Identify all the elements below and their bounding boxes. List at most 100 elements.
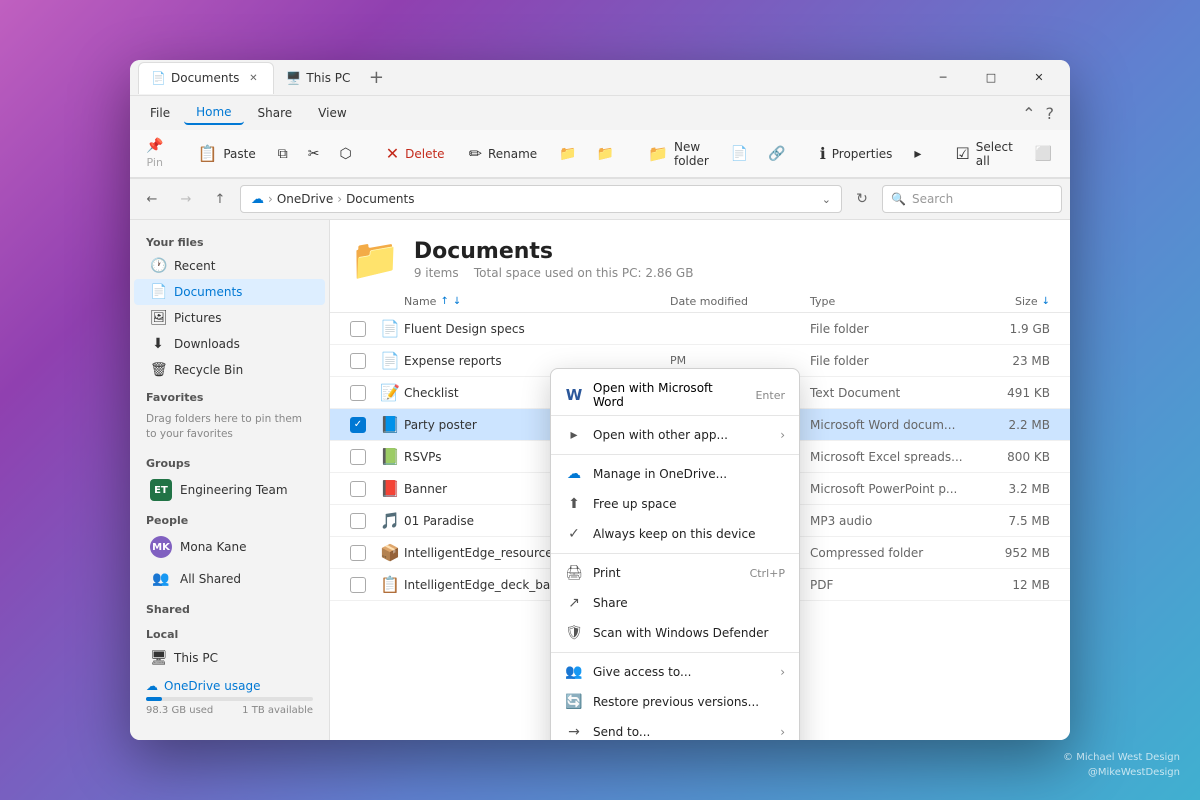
ctx-item-give-access[interactable]: 👥 Give access to... › xyxy=(551,657,799,687)
file-icon: 📘 xyxy=(380,415,404,434)
ctx-send-to-icon: → xyxy=(565,724,583,740)
paste-shortcut-button[interactable]: ⬡ xyxy=(331,142,359,166)
file-checkbox[interactable]: ✓ xyxy=(350,417,366,433)
file-type: Text Document xyxy=(810,386,970,400)
tab-documents-icon: 📄 xyxy=(151,71,165,85)
file-type: MP3 audio xyxy=(810,514,970,528)
col-size-header[interactable]: Size ↓ xyxy=(970,295,1050,308)
ctx-restore-label: Restore previous versions... xyxy=(593,695,785,709)
ribbon-collapse-icon[interactable]: ⌃ xyxy=(1022,104,1035,123)
onedrive-usage-label[interactable]: ☁ OneDrive usage xyxy=(146,679,313,693)
ctx-free-space-icon: ⬆ xyxy=(565,496,583,512)
file-checkbox[interactable] xyxy=(350,481,366,497)
help-icon[interactable]: ? xyxy=(1038,104,1063,123)
rename-button[interactable]: ✏ Rename xyxy=(459,138,548,169)
invert-selection-button[interactable]: ↕ xyxy=(1064,142,1070,166)
tab-documents[interactable]: 📄 Documents ✕ xyxy=(138,62,274,94)
path-chevron[interactable]: ⌄ xyxy=(822,193,831,206)
file-checkbox[interactable] xyxy=(350,353,366,369)
ctx-item-send-to[interactable]: → Send to... › xyxy=(551,717,799,740)
sidebar-item-recycle[interactable]: 🗑 Recycle Bin xyxy=(134,357,325,383)
ctx-item-free-space[interactable]: ⬆ Free up space xyxy=(551,489,799,519)
close-button[interactable]: ✕ xyxy=(1016,62,1062,94)
explorer-window: 📄 Documents ✕ 🖥️ This PC + ─ □ ✕ File Ho… xyxy=(130,60,1070,740)
sidebar-item-this-pc[interactable]: 🖥 This PC xyxy=(134,645,325,671)
file-checkbox[interactable] xyxy=(350,577,366,593)
ctx-item-share[interactable]: ↗ Share xyxy=(551,588,799,618)
easy-access-button[interactable]: 🔗 xyxy=(760,142,793,166)
sidebar-item-engineering-team[interactable]: ET Engineering Team xyxy=(134,474,325,506)
file-checkbox[interactable] xyxy=(350,321,366,337)
col-name-header[interactable]: Name ↑ ↓ xyxy=(404,295,670,308)
file-size: 800 KB xyxy=(970,450,1050,464)
paste-icon: 📋 xyxy=(197,144,217,163)
favorites-note: Drag folders here to pin them to your fa… xyxy=(130,408,329,449)
file-checkbox[interactable] xyxy=(350,385,366,401)
new-folder-button[interactable]: 📁 New folder xyxy=(638,134,719,174)
ctx-item-open-word[interactable]: W Open with Microsoft Word Enter xyxy=(551,373,799,416)
file-checkbox[interactable] xyxy=(350,449,366,465)
paste-button[interactable]: 📋 Paste xyxy=(187,138,265,169)
ctx-item-scan[interactable]: 🛡 Scan with Windows Defender xyxy=(551,618,799,648)
pin-button[interactable]: 📌 Pin xyxy=(138,134,171,173)
select-none-icon: ⬜ xyxy=(1035,146,1052,162)
search-box[interactable]: 🔍 Search xyxy=(882,185,1062,213)
sidebar-item-recent[interactable]: 🕐 Recent xyxy=(134,253,325,279)
up-button[interactable]: ↑ xyxy=(206,185,234,213)
col-date-header[interactable]: Date modified xyxy=(670,295,810,308)
item-count: 9 items xyxy=(414,266,459,280)
sidebar-item-pictures[interactable]: 🖼 Pictures xyxy=(134,305,325,331)
file-checkbox[interactable] xyxy=(350,545,366,561)
ribbon-tab-share[interactable]: Share xyxy=(246,102,305,124)
all-shared-label: All Shared xyxy=(180,572,241,586)
table-row[interactable]: 📄 Fluent Design specs File folder 1.9 GB xyxy=(330,313,1070,345)
path-onedrive[interactable]: OneDrive xyxy=(277,192,333,206)
sidebar: Your files 🕐 Recent 📄 Documents 🖼 Pictur… xyxy=(130,220,330,740)
copy-icon: ⧉ xyxy=(278,146,288,162)
move-to-icon: 📁 xyxy=(559,146,576,162)
sidebar-item-all-shared[interactable]: 👥 All Shared xyxy=(134,563,325,595)
copy-button[interactable]: ⧉ xyxy=(270,142,296,166)
select-all-button[interactable]: ☑ Select all xyxy=(945,134,1022,174)
col-type-header[interactable]: Type xyxy=(810,295,970,308)
maximize-button[interactable]: □ xyxy=(968,62,1014,94)
open-button[interactable]: ▸ xyxy=(906,142,929,166)
ribbon-tab-home[interactable]: Home xyxy=(184,101,243,125)
delete-label: Delete xyxy=(405,147,444,161)
ribbon-tab-view[interactable]: View xyxy=(306,102,358,124)
mona-kane-avatar: MK xyxy=(150,536,172,558)
ribbon-tab-file[interactable]: File xyxy=(138,102,182,124)
delete-button[interactable]: ✕ Delete xyxy=(376,138,455,169)
cut-button[interactable]: ✂ xyxy=(300,142,328,166)
tab-this-pc[interactable]: 🖥️ This PC xyxy=(274,62,362,94)
rename-icon: ✏ xyxy=(469,144,482,163)
file-name: Fluent Design specs xyxy=(404,322,670,336)
ctx-item-restore[interactable]: 🔄 Restore previous versions... xyxy=(551,687,799,717)
new-item-button[interactable]: 📄 xyxy=(723,142,756,166)
address-path[interactable]: ☁ › OneDrive › Documents ⌄ xyxy=(240,185,842,213)
file-icon: 📋 xyxy=(380,575,404,594)
file-type: Microsoft PowerPoint p... xyxy=(810,482,970,496)
file-checkbox[interactable] xyxy=(350,513,366,529)
sidebar-item-documents[interactable]: 📄 Documents xyxy=(134,279,325,305)
copy-to-button[interactable]: 📁 xyxy=(589,142,622,166)
total-space: Total space used on this PC: 2.86 GB xyxy=(474,266,694,280)
move-to-button[interactable]: 📁 xyxy=(551,142,584,166)
ctx-item-open-other[interactable]: ▸ Open with other app... › xyxy=(551,420,799,450)
ctx-item-print[interactable]: 🖨 Print Ctrl+P xyxy=(551,558,799,588)
select-none-button[interactable]: ⬜ xyxy=(1027,142,1060,166)
tab-close-documents[interactable]: ✕ xyxy=(245,70,261,86)
ctx-item-keep-device[interactable]: ✓ Always keep on this device xyxy=(551,519,799,549)
refresh-button[interactable]: ↻ xyxy=(848,185,876,213)
recent-icon: 🕐 xyxy=(150,258,166,274)
file-type: Microsoft Word docum... xyxy=(810,418,970,432)
back-button[interactable]: ← xyxy=(138,185,166,213)
sidebar-item-downloads[interactable]: ⬇ Downloads xyxy=(134,331,325,357)
sidebar-item-mona-kane[interactable]: MK Mona Kane xyxy=(134,531,325,563)
ctx-share-icon: ↗ xyxy=(565,595,583,611)
ctx-item-manage-onedrive[interactable]: ☁ Manage in OneDrive... xyxy=(551,459,799,489)
minimize-button[interactable]: ─ xyxy=(920,62,966,94)
forward-button[interactable]: → xyxy=(172,185,200,213)
properties-button[interactable]: ℹ Properties xyxy=(810,138,903,169)
new-tab-button[interactable]: + xyxy=(362,64,390,92)
